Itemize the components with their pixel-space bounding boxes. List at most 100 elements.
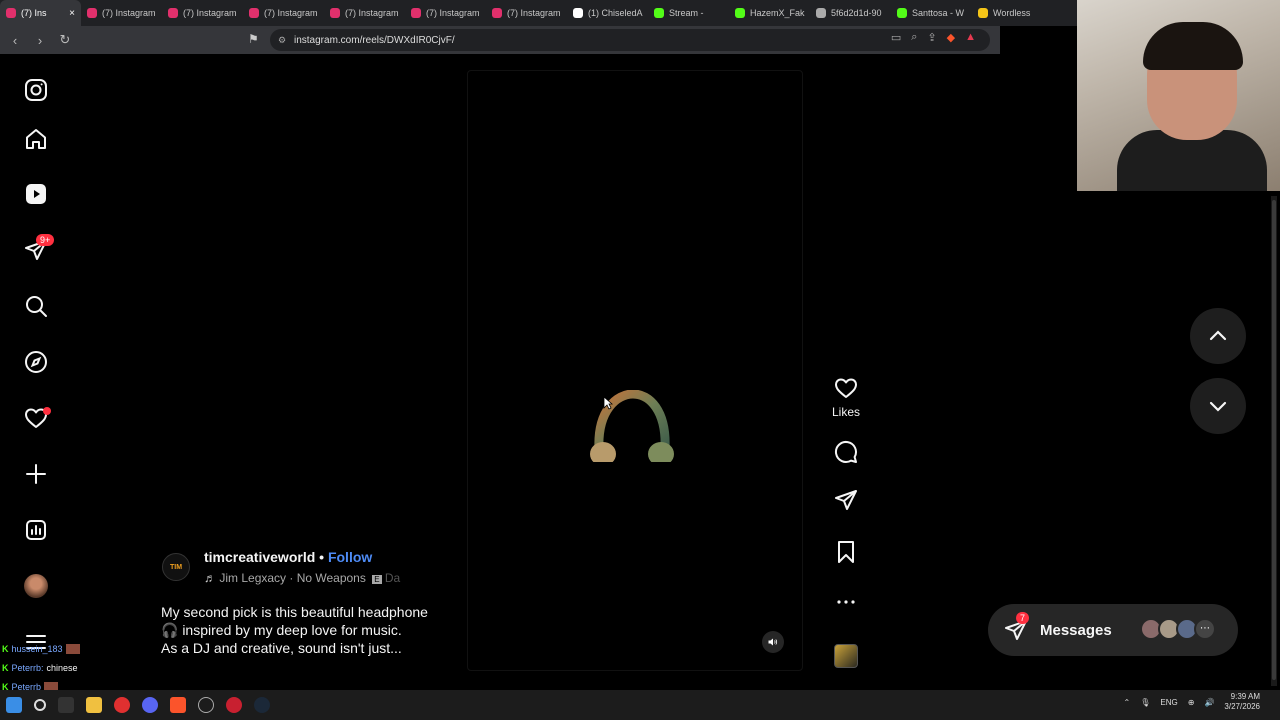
close-tab-icon[interactable]: ×: [69, 8, 75, 19]
music-info[interactable]: ♬ Jim Legxacy · No Weapons E Da: [204, 571, 400, 585]
stream-chat-overlay: Khussein_183 K Peterrb: chinese K Peterrb: [2, 639, 112, 696]
send-icon: [835, 490, 857, 510]
brave-shields-icon[interactable]: ◆: [947, 31, 955, 44]
original-audio-thumbnail[interactable]: [834, 644, 858, 668]
brave-rewards-icon[interactable]: ▲: [965, 31, 976, 44]
network-icon[interactable]: ⊕: [1188, 698, 1195, 707]
follow-button[interactable]: Follow: [328, 549, 372, 565]
bookmark-icon[interactable]: ⚑: [248, 32, 259, 46]
search-taskbar-icon[interactable]: [34, 699, 46, 711]
wordless-icon: [978, 8, 988, 18]
browser-tab[interactable]: (7) Instagram: [81, 0, 162, 26]
file-explorer-icon[interactable]: [86, 697, 102, 713]
forward-button[interactable]: ›: [30, 33, 50, 48]
browser-tab[interactable]: (7) Instagram: [243, 0, 324, 26]
browser-tab[interactable]: Santtosa - W: [891, 0, 972, 26]
browser-tab[interactable]: (7) Instagram: [162, 0, 243, 26]
chevron-up-icon: [1209, 330, 1227, 341]
music-track-tail: Da: [384, 571, 401, 585]
audio-toggle-button[interactable]: [762, 631, 784, 653]
task-view-icon[interactable]: [58, 697, 74, 713]
caption-line: 🎧 inspired by my deep love for music.: [161, 622, 402, 638]
browser-tab-label: (7) Instagram: [183, 8, 237, 18]
app-red-icon[interactable]: [114, 697, 130, 713]
explicit-badge: E: [372, 575, 382, 584]
comment-button[interactable]: [826, 440, 866, 469]
language-indicator[interactable]: ENG: [1160, 698, 1177, 707]
next-reel-button[interactable]: [1190, 378, 1246, 434]
emote-icon: [65, 643, 80, 654]
microphone-icon[interactable]: 🎙: [1140, 698, 1150, 707]
search-icon[interactable]: [22, 292, 50, 320]
site-info-icon[interactable]: ⚙: [278, 35, 294, 46]
start-menu-icon[interactable]: [6, 697, 22, 713]
instagram-icon: [330, 8, 340, 18]
caption-line: My second pick is this beautiful headpho…: [161, 604, 428, 620]
browser-tab[interactable]: (7) Instagram: [324, 0, 405, 26]
brave-browser-icon[interactable]: [170, 697, 186, 713]
speaker-icon: [768, 638, 778, 646]
webcam-overlay: [1077, 0, 1280, 191]
clock[interactable]: 9:39 AM 3/27/2026: [1224, 692, 1260, 712]
browser-tab[interactable]: (7) Instagram: [405, 0, 486, 26]
browser-tab[interactable]: HazemX_Fak: [729, 0, 810, 26]
previous-reel-button[interactable]: [1190, 308, 1246, 364]
browser-tab-label: HazemX_Fak: [750, 8, 805, 18]
heart-icon: [835, 378, 857, 398]
mouse-cursor-icon: [603, 396, 613, 410]
cast-icon[interactable]: ▭: [891, 31, 901, 44]
author-avatar[interactable]: TIM: [162, 553, 190, 581]
instagram-icon: [6, 8, 16, 18]
reels-icon[interactable]: [22, 180, 50, 208]
obs-icon[interactable]: [198, 697, 214, 713]
back-button[interactable]: ‹: [5, 33, 25, 48]
share-button[interactable]: [826, 488, 866, 517]
messages-count-badge: 7: [1016, 612, 1030, 624]
home-icon[interactable]: [22, 125, 50, 153]
instagram-icon: [249, 8, 259, 18]
author-avatar-text: TIM: [169, 563, 183, 571]
create-icon[interactable]: [22, 460, 50, 488]
page-scrollbar-thumb[interactable]: [1272, 200, 1276, 680]
author-username[interactable]: timcreativeworld: [204, 549, 315, 565]
likes-label: Likes: [831, 405, 860, 419]
address-bar[interactable]: ⚙ instagram.com/reels/DWXdIR0CjvF/ ▭ ⌕ ⇪…: [270, 29, 990, 51]
app-red-2-icon[interactable]: [226, 697, 242, 713]
like-button[interactable]: Likes: [826, 376, 866, 419]
browser-tab[interactable]: (7) Instagram: [486, 0, 567, 26]
save-button[interactable]: [826, 540, 866, 569]
volume-icon[interactable]: 🔊: [1204, 698, 1214, 707]
discord-icon[interactable]: [142, 697, 158, 713]
instagram-icon: [492, 8, 502, 18]
more-options-button[interactable]: [826, 590, 866, 619]
url-text: instagram.com/reels/DWXdIR0CjvF/: [294, 34, 455, 46]
zoom-icon[interactable]: ⌕: [911, 31, 917, 44]
chat-username: hussein_183: [11, 643, 63, 654]
browser-tab-label: (7) Instagram: [102, 8, 156, 18]
caption-line: As a DJ and creative, sound isn't just..…: [161, 640, 402, 656]
browser-tab-label: Stream -: [669, 8, 704, 18]
kick-icon: [735, 8, 745, 18]
recent-chat-avatars: ⋯: [1140, 618, 1216, 640]
reload-button[interactable]: ↻: [55, 32, 75, 48]
dashboard-icon[interactable]: [22, 516, 50, 544]
profile-avatar[interactable]: [24, 574, 48, 598]
music-track: Jim Legxacy · No Weapons: [219, 571, 366, 585]
messages-button[interactable]: 7 Messages ⋯: [988, 604, 1238, 656]
chat-text: chinese: [46, 662, 78, 673]
browser-tab[interactable]: Stream -: [648, 0, 729, 26]
browser-tab[interactable]: (1) ChiseledA: [567, 0, 648, 26]
share-icon[interactable]: ⇪: [927, 31, 936, 44]
browser-tab[interactable]: Wordless: [972, 0, 1053, 26]
music-note-icon: ♬: [204, 571, 216, 585]
browser-tab[interactable]: 5f6d2d1d-90: [810, 0, 891, 26]
explore-icon[interactable]: [22, 348, 50, 376]
reel-video[interactable]: [467, 70, 803, 671]
chat-message: Khussein_183: [2, 639, 112, 658]
windows-taskbar: [0, 690, 1280, 720]
browser-tab[interactable]: (7) Ins ×: [0, 0, 81, 26]
reel-caption[interactable]: My second pick is this beautiful headpho…: [161, 603, 461, 657]
steam-icon[interactable]: [254, 697, 270, 713]
instagram-logo-icon[interactable]: [22, 76, 50, 104]
tray-overflow-icon[interactable]: ⌃: [1124, 698, 1131, 707]
